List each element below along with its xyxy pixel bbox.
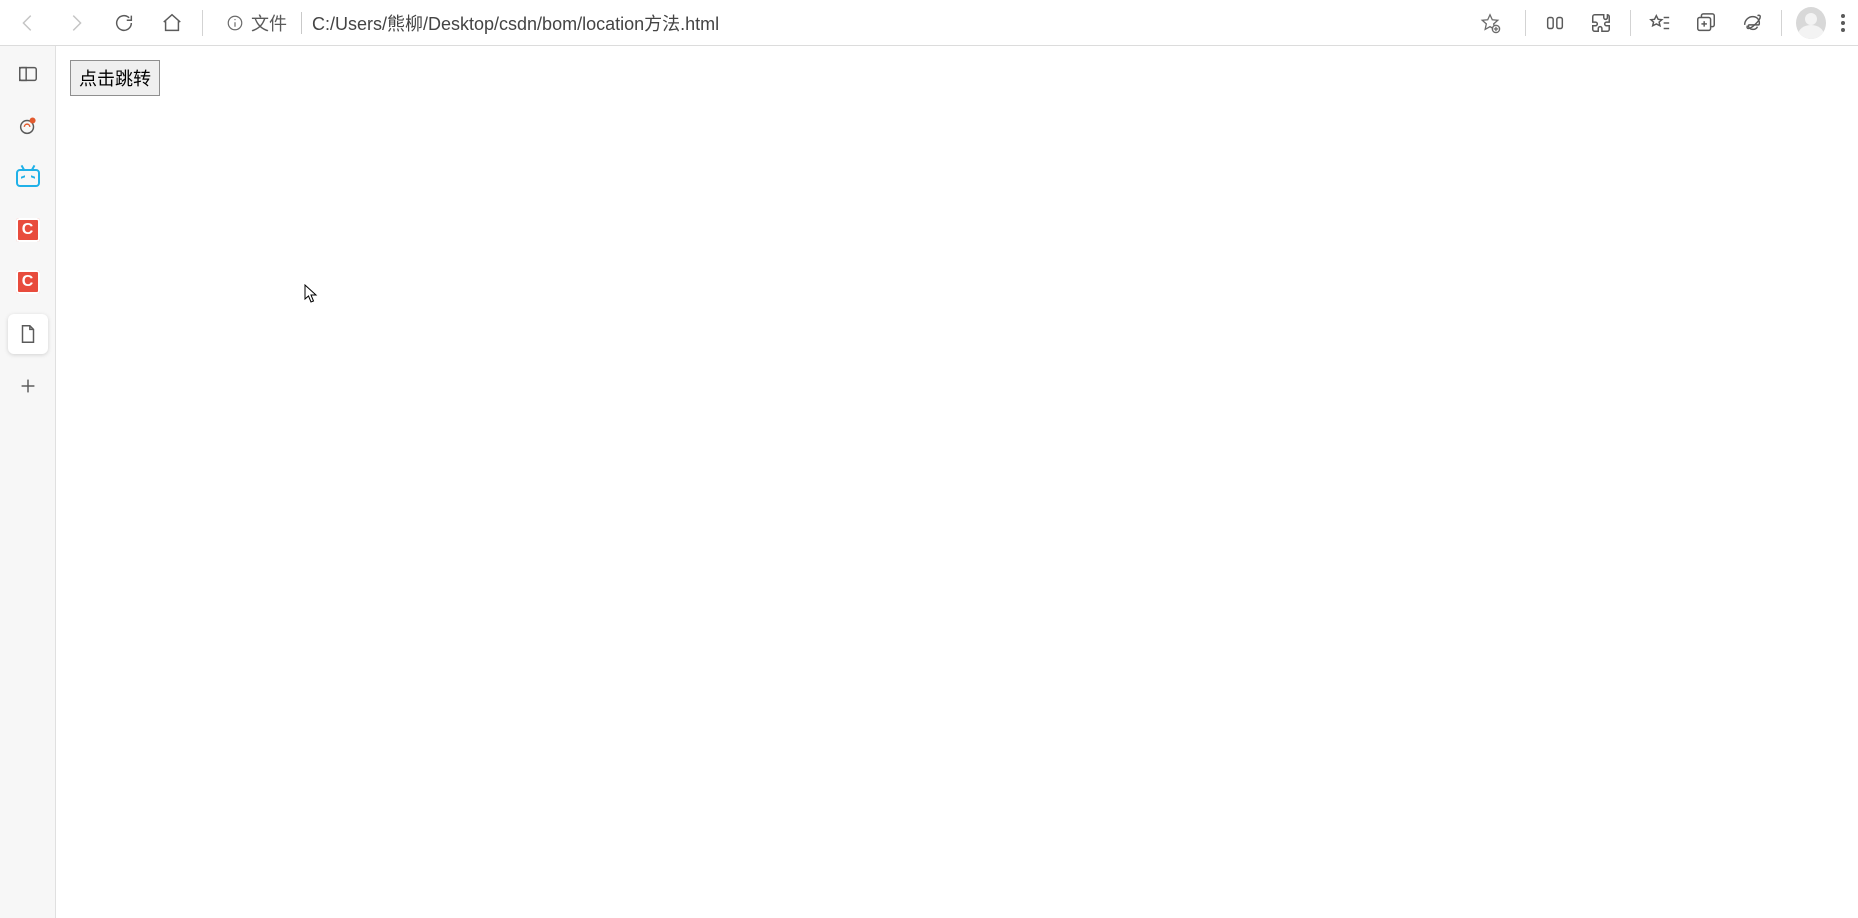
address-bar[interactable]: 文件 C:/Users/熊柳/Desktop/csdn/bom/location… xyxy=(215,5,1513,41)
separator xyxy=(1630,10,1631,36)
reading-mode-button[interactable] xyxy=(1532,2,1578,44)
tab-manager-icon xyxy=(17,63,39,85)
page-content: 点击跳转 xyxy=(56,46,1858,918)
plus-icon xyxy=(17,375,39,397)
sidebar-tab-bilibili[interactable] xyxy=(8,158,48,198)
collections-button[interactable] xyxy=(1683,2,1729,44)
info-icon xyxy=(226,14,244,32)
new-tab-button[interactable] xyxy=(8,366,48,406)
address-url: C:/Users/熊柳/Desktop/csdn/bom/location方法.… xyxy=(312,10,1473,36)
extensions-button[interactable] xyxy=(1578,2,1624,44)
file-icon xyxy=(17,323,39,345)
site-info-button[interactable] xyxy=(221,9,249,37)
favorites-button[interactable] xyxy=(1637,2,1683,44)
arrow-right-icon xyxy=(65,12,87,34)
menu-button[interactable] xyxy=(1834,2,1854,44)
refresh-icon xyxy=(113,12,135,34)
puzzle-icon xyxy=(1590,12,1612,34)
ie-mode-button[interactable] xyxy=(1729,2,1775,44)
address-protocol-label: 文件 xyxy=(251,10,287,36)
bilibili-icon xyxy=(16,169,40,187)
browser-toolbar: 文件 C:/Users/熊柳/Desktop/csdn/bom/location… xyxy=(0,0,1858,46)
refresh-button[interactable] xyxy=(100,2,148,44)
sidebar-tab-current-file[interactable] xyxy=(8,314,48,354)
jump-button[interactable]: 点击跳转 xyxy=(70,60,160,96)
add-favorite-button[interactable] xyxy=(1473,6,1507,40)
back-button[interactable] xyxy=(4,2,52,44)
avatar-icon xyxy=(1796,7,1826,39)
sidebar-tab-csdn-1[interactable]: C xyxy=(8,210,48,250)
cursor-overlay xyxy=(304,284,318,304)
star-plus-icon xyxy=(1479,12,1501,34)
separator xyxy=(301,12,302,34)
favorites-list-icon xyxy=(1649,12,1671,34)
separator xyxy=(1525,10,1526,36)
profile-button[interactable] xyxy=(1788,2,1834,44)
cursor-icon xyxy=(304,284,318,304)
separator xyxy=(202,10,203,36)
reading-icon xyxy=(1544,12,1566,34)
csdn-icon: C xyxy=(16,270,40,294)
sidebar-tab-csdn-2[interactable]: C xyxy=(8,262,48,302)
forward-button[interactable] xyxy=(52,2,100,44)
collections-icon xyxy=(1695,12,1717,34)
sidebar-tab-extension[interactable] xyxy=(8,106,48,146)
home-icon xyxy=(161,12,183,34)
tab-actions-button[interactable] xyxy=(8,54,48,94)
vertical-tabs-sidebar: C C xyxy=(0,46,56,918)
more-icon xyxy=(1841,21,1845,25)
home-button[interactable] xyxy=(148,2,196,44)
ie-icon xyxy=(1741,12,1763,34)
csdn-icon: C xyxy=(16,218,40,242)
arrow-left-icon xyxy=(17,12,39,34)
separator xyxy=(1781,10,1782,36)
extension-badge-icon xyxy=(17,115,39,137)
